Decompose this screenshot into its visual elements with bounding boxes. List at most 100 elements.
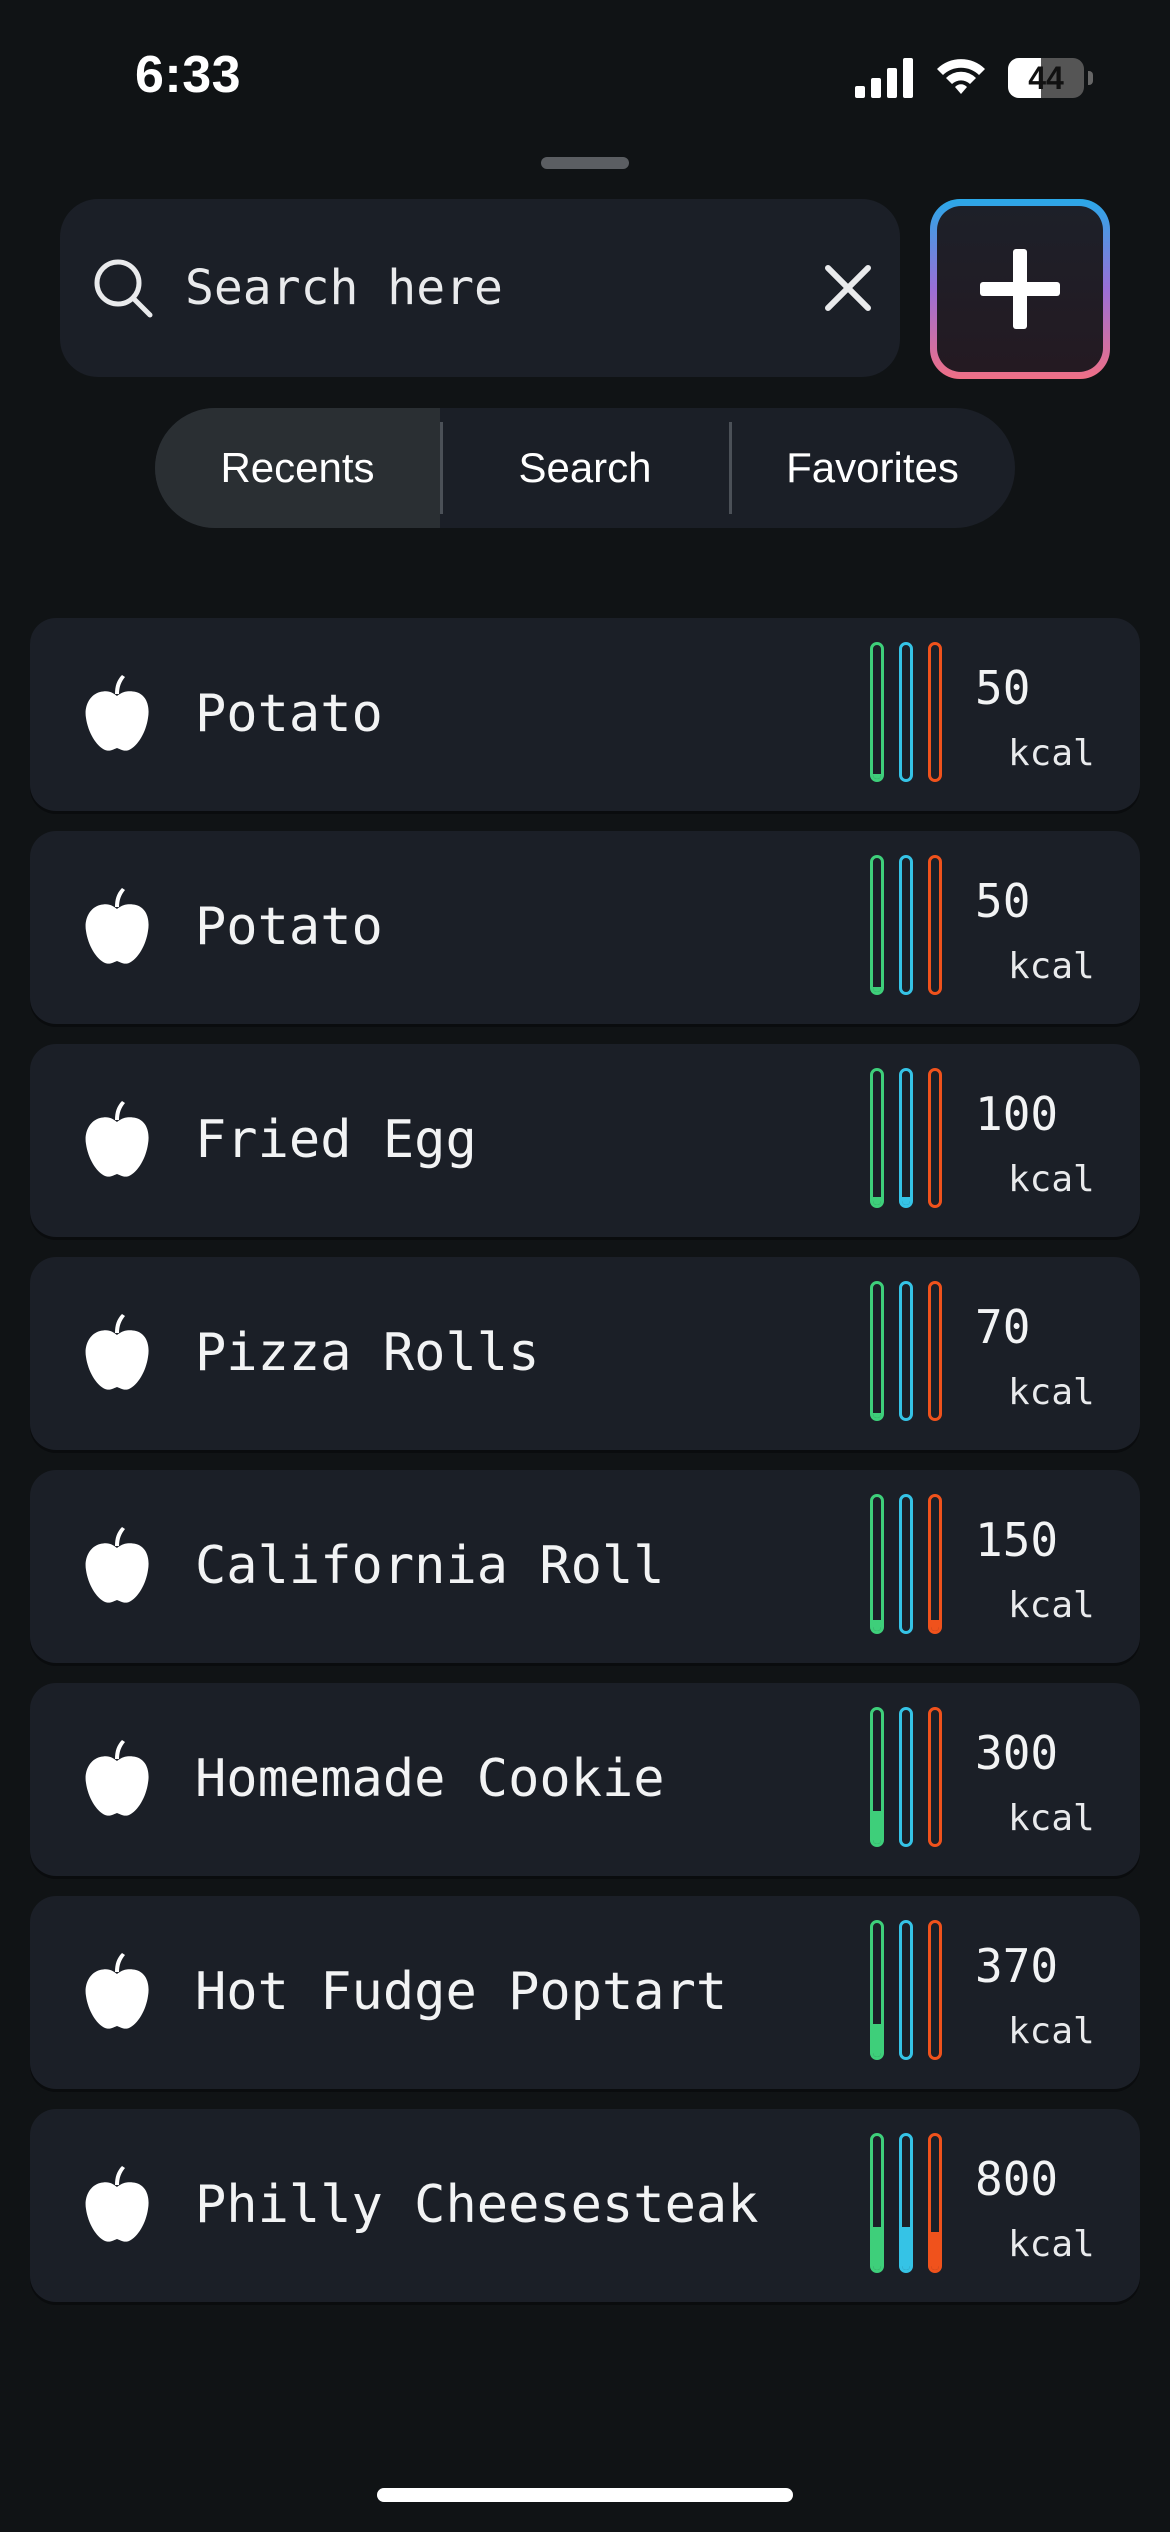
tab-divider xyxy=(729,422,732,514)
apple-icon xyxy=(85,1953,149,2029)
search-input[interactable] xyxy=(185,239,745,337)
macro-bar-2 xyxy=(899,1920,913,2060)
kcal-unit: kcal xyxy=(1008,733,1095,774)
food-name: Potato xyxy=(195,684,383,744)
food-name: Hot Fudge Poptart xyxy=(195,1962,728,2022)
macro-bar-2 xyxy=(899,642,913,782)
macro-bars xyxy=(870,2133,950,2273)
macro-bar-2 xyxy=(899,1281,913,1421)
food-name: Philly Cheesesteak xyxy=(195,2175,759,2235)
battery-nub xyxy=(1088,71,1093,85)
macro-bar-2 xyxy=(899,1068,913,1208)
close-icon[interactable] xyxy=(822,262,874,314)
kcal-unit: kcal xyxy=(1008,2224,1095,2265)
macro-bar-1 xyxy=(870,1920,884,2060)
kcal-value: 70 xyxy=(975,1300,1031,1354)
macro-bar-1 xyxy=(870,1707,884,1847)
tab-divider xyxy=(440,422,443,514)
macro-bar-1 xyxy=(870,1068,884,1208)
macro-bar-1 xyxy=(870,1494,884,1634)
list-item[interactable]: Homemade Cookie 300 kcal xyxy=(30,1683,1140,1876)
macro-fill xyxy=(873,2227,881,2270)
food-name: Fried Egg xyxy=(195,1110,477,1170)
macro-bars xyxy=(870,855,950,995)
kcal-value: 800 xyxy=(975,2152,1059,2206)
kcal-unit: kcal xyxy=(1008,2011,1095,2052)
battery-icon: 44 xyxy=(1008,58,1084,98)
list-item[interactable]: Potato 50 kcal xyxy=(30,618,1140,811)
search-bar xyxy=(60,199,900,377)
tab-segmented-control: Recents Search Favorites xyxy=(155,408,1015,528)
food-name: Potato xyxy=(195,897,383,957)
apple-icon xyxy=(85,675,149,751)
home-indicator xyxy=(377,2488,793,2502)
macro-bar-1 xyxy=(870,642,884,782)
macro-fill xyxy=(873,1412,881,1418)
kcal-value: 50 xyxy=(975,874,1031,928)
macro-fill xyxy=(902,1196,910,1205)
macro-fill xyxy=(931,1620,939,1631)
macro-bars xyxy=(870,1494,950,1634)
kcal-value: 150 xyxy=(975,1513,1059,1567)
macro-bar-1 xyxy=(870,855,884,995)
kcal-unit: kcal xyxy=(1008,1372,1095,1413)
macro-fill xyxy=(902,2227,910,2270)
food-list: Potato 50 kcal Potato 50 kcal Fried Egg … xyxy=(30,618,1140,2322)
apple-icon xyxy=(85,1740,149,1816)
list-item[interactable]: Hot Fudge Poptart 370 kcal xyxy=(30,1896,1140,2089)
macro-fill xyxy=(873,1620,881,1631)
macro-bar-3 xyxy=(928,1068,942,1208)
macro-bar-2 xyxy=(899,1707,913,1847)
macro-bar-3 xyxy=(928,1707,942,1847)
tab-search[interactable]: Search xyxy=(440,408,730,528)
tab-favorites[interactable]: Favorites xyxy=(730,408,1015,528)
macro-bar-1 xyxy=(870,2133,884,2273)
macro-bar-2 xyxy=(899,855,913,995)
food-name: Pizza Rolls xyxy=(195,1323,540,1383)
battery-level: 44 xyxy=(1028,60,1064,96)
food-name: California Roll xyxy=(195,1536,665,1596)
macro-bars xyxy=(870,1068,950,1208)
apple-icon xyxy=(85,2166,149,2242)
macro-bar-3 xyxy=(928,2133,942,2273)
add-food-button[interactable] xyxy=(930,199,1110,379)
list-item[interactable]: California Roll 150 kcal xyxy=(30,1470,1140,1663)
macro-fill xyxy=(873,1196,881,1205)
macro-bar-2 xyxy=(899,2133,913,2273)
apple-icon xyxy=(85,888,149,964)
list-item[interactable]: Potato 50 kcal xyxy=(30,831,1140,1024)
macro-bar-3 xyxy=(928,642,942,782)
list-item[interactable]: Fried Egg 100 kcal xyxy=(30,1044,1140,1237)
macro-bar-1 xyxy=(870,1281,884,1421)
macro-fill xyxy=(873,773,881,779)
apple-icon xyxy=(85,1527,149,1603)
kcal-value: 100 xyxy=(975,1087,1059,1141)
search-icon xyxy=(94,259,153,318)
macro-fill xyxy=(873,986,881,992)
macro-bars xyxy=(870,1920,950,2060)
status-time: 6:33 xyxy=(135,46,242,104)
sheet-grabber[interactable] xyxy=(541,157,629,169)
kcal-unit: kcal xyxy=(1008,1159,1095,1200)
macro-bar-3 xyxy=(928,855,942,995)
apple-icon xyxy=(85,1101,149,1177)
kcal-unit: kcal xyxy=(1008,946,1095,987)
apple-icon xyxy=(85,1314,149,1390)
status-bar: 6:33 44 xyxy=(0,0,1170,150)
macro-fill xyxy=(931,2232,939,2270)
kcal-unit: kcal xyxy=(1008,1798,1095,1839)
macro-bars xyxy=(870,642,950,782)
macro-fill xyxy=(873,2023,881,2057)
macro-bars xyxy=(870,1707,950,1847)
plus-icon xyxy=(980,249,1060,329)
wifi-icon xyxy=(937,59,985,94)
add-button-face xyxy=(937,206,1103,372)
cellular-signal-icon xyxy=(855,58,913,98)
food-name: Homemade Cookie xyxy=(195,1749,665,1809)
list-item[interactable]: Philly Cheesesteak 800 kcal xyxy=(30,2109,1140,2302)
macro-bar-3 xyxy=(928,1281,942,1421)
tab-recents[interactable]: Recents xyxy=(155,408,440,528)
macro-bar-2 xyxy=(899,1494,913,1634)
list-item[interactable]: Pizza Rolls 70 kcal xyxy=(30,1257,1140,1450)
macro-fill xyxy=(873,1810,881,1844)
